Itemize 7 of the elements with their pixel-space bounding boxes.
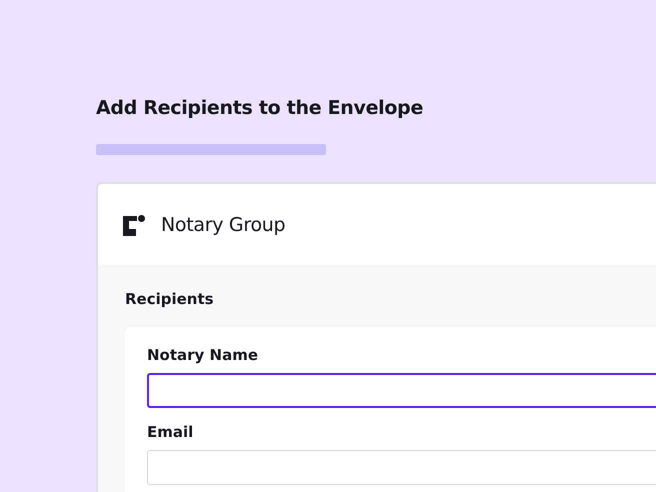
- field-label: Notary Name: [147, 345, 260, 365]
- logo-icon: [123, 214, 146, 236]
- input-field[interactable]: [147, 373, 656, 408]
- group-name: Notary Group: [161, 214, 286, 236]
- field-label: Email: [147, 422, 194, 442]
- section-title: Recipients: [125, 289, 215, 309]
- page-title: Add Recipients to the Envelope: [96, 96, 424, 121]
